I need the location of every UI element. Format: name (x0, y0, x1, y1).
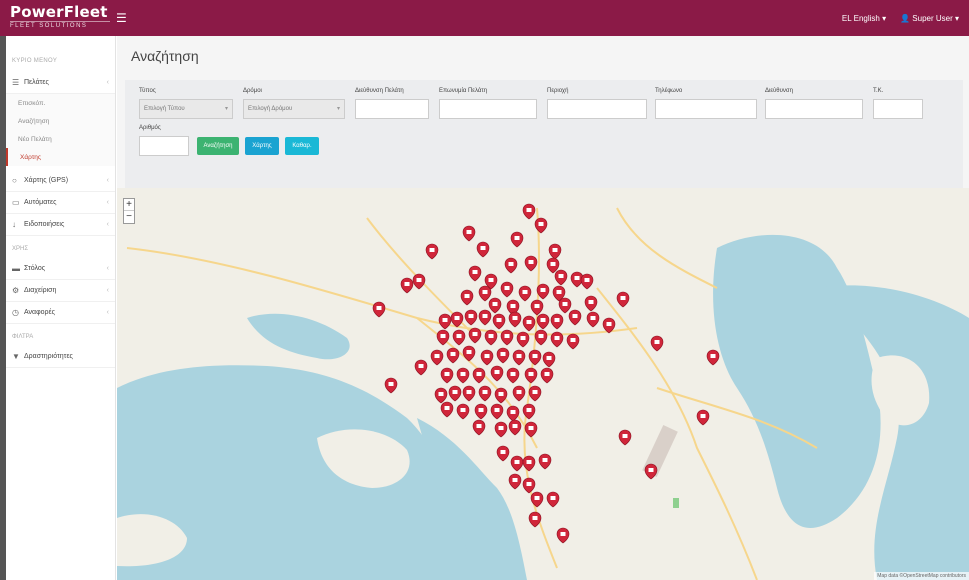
map-view[interactable]: + − Map data ©OpenStreetMap contributors (117, 188, 969, 580)
list-icon: ☰ (12, 78, 20, 87)
address-input[interactable] (765, 99, 863, 119)
filter-icon: ▼ (12, 352, 20, 361)
brand-name: PowerFleet (10, 3, 108, 21)
caret-down-icon: ▾ (224, 106, 228, 112)
brand-logo[interactable]: PowerFleet FLEET SOLUTIONS (0, 0, 110, 36)
region-input[interactable] (547, 99, 647, 119)
type-select-value: Επιλογή Τύπου (144, 106, 185, 112)
zoom-control: + − (123, 198, 135, 224)
address-label: Διεύθυνση (765, 88, 793, 94)
sidebar-item-label: Ειδοποιήσεις (24, 221, 65, 228)
truck-icon: ▭ (12, 198, 20, 207)
sidebar-subitem-map[interactable]: Χάρτης (6, 148, 115, 166)
sidebar-item-label: Στόλος (24, 265, 46, 272)
topbar-right: EL English ▾ 👤 Super User ▾ (842, 14, 969, 23)
zip-label: Τ.Κ. (873, 88, 884, 94)
number-label: Αριθμός (139, 125, 161, 131)
menu-toggle-icon[interactable]: ☰ (116, 11, 127, 25)
type-select[interactable]: Επιλογή Τύπου ▾ (139, 99, 233, 119)
chevron-icon: ‹ (106, 287, 109, 294)
region-label: Περιοχή (547, 88, 569, 94)
clock-icon: ◷ (12, 308, 19, 317)
customer-name-label: Επωνυμία Πελάτη (439, 88, 488, 94)
road-select-value: Επιλογή Δρόμου (248, 106, 293, 112)
chevron-icon: ‹ (106, 199, 109, 206)
chevron-icon: ‹ (106, 79, 109, 86)
type-label: Τύπος (139, 88, 156, 94)
main-content: Αναζήτηση Τύπος Επιλογή Τύπου ▾ Δρόμοι Ε… (117, 36, 969, 580)
sidebar-subitem-new[interactable]: Νέο Πελάτη (6, 130, 115, 148)
sidebar-item-fleet[interactable]: ▬ Στόλος ‹ (6, 258, 115, 280)
chevron-icon: ‹ (106, 177, 109, 184)
sidebar-item-gps-map[interactable]: ○ Χάρτης (GPS) ‹ (6, 170, 115, 192)
sidebar-item-reports[interactable]: ◷ Αναφορές ‹ (6, 302, 115, 324)
language-selector[interactable]: EL English ▾ (842, 14, 886, 23)
number-input[interactable] (139, 136, 189, 156)
sidebar-item-management[interactable]: ⚙ Διαχείριση ‹ (6, 280, 115, 302)
top-bar: PowerFleet FLEET SOLUTIONS ☰ EL English … (0, 0, 969, 36)
caret-down-icon: ▾ (336, 106, 340, 112)
search-button[interactable]: Αναζήτηση (197, 137, 239, 155)
road-label: Δρόμοι (243, 88, 262, 94)
brand-tagline: FLEET SOLUTIONS (10, 21, 110, 29)
map-attribution: Map data ©OpenStreetMap contributors (874, 572, 969, 580)
road-select[interactable]: Επιλογή Δρόμου ▾ (243, 99, 345, 119)
zoom-in-button[interactable]: + (124, 199, 134, 211)
user-menu[interactable]: 👤 Super User ▾ (900, 14, 959, 23)
chevron-icon: ‹ (106, 265, 109, 272)
sidebar-item-label: Δραστηριότητες (24, 353, 73, 360)
street-label: Διεύθυνση Πελάτη (355, 88, 404, 94)
sidebar-item-customers[interactable]: ☰ Πελάτες ‹ (6, 72, 115, 94)
clear-button[interactable]: Καθαρ. (285, 137, 319, 155)
sidebar-heading-filters: ΦΙΛΤΡΑ (12, 334, 34, 340)
chevron-icon: ‹ (106, 221, 109, 228)
circle-icon: ○ (12, 176, 17, 185)
customer-name-input[interactable] (439, 99, 537, 119)
sidebar: ΚΥΡΙΟ ΜΕΝΟΥ ☰ Πελάτες ‹ Επισκόπ. Αναζήτη… (0, 36, 116, 580)
zoom-out-button[interactable]: − (124, 211, 134, 223)
filter-panel: Τύπος Επιλογή Τύπου ▾ Δρόμοι Επιλογή Δρό… (125, 80, 963, 200)
sidebar-item-label: Χάρτης (GPS) (24, 177, 69, 184)
car-icon: ▬ (12, 264, 20, 273)
sidebar-subitem-search[interactable]: Αναζήτηση (6, 112, 115, 130)
sidebar-item-label: Αυτόματες (24, 199, 57, 206)
gear-icon: ⚙ (12, 286, 20, 295)
sidebar-item-notifications[interactable]: ↓ Ειδοποιήσεις ‹ (6, 214, 115, 236)
page-title: Αναζήτηση (131, 48, 199, 64)
street-input[interactable] (355, 99, 429, 119)
map-canvas[interactable] (117, 188, 969, 580)
map-park (673, 498, 679, 508)
sidebar-section-main: ΚΥΡΙΟ ΜΕΝΟΥ (12, 58, 58, 64)
sidebar-item-automatic[interactable]: ▭ Αυτόματες ‹ (6, 192, 115, 214)
zip-input[interactable] (873, 99, 923, 119)
map-button[interactable]: Χάρτης (245, 137, 279, 155)
sidebar-subitem-overview[interactable]: Επισκόπ. (6, 94, 115, 112)
sidebar-item-label: Πελάτες (24, 79, 49, 86)
sidebar-item-label: Διαχείριση (24, 287, 57, 294)
phone-label: Τηλέφωνο (655, 88, 683, 94)
phone-input[interactable] (655, 99, 757, 119)
chevron-icon: ‹ (106, 309, 109, 316)
sidebar-heading-users: ΧΡΗΣ (12, 246, 29, 252)
sidebar-item-activities[interactable]: ▼ Δραστηριότητες (6, 346, 115, 368)
pin-icon: ↓ (12, 220, 16, 229)
sidebar-item-label: Αναφορές (24, 309, 55, 316)
